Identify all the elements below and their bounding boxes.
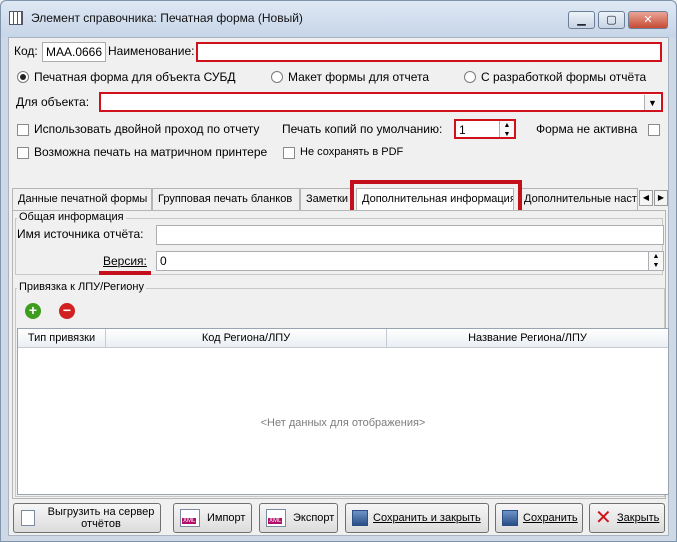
close-window-button[interactable]: ✕ [628, 11, 668, 29]
col-binding-type[interactable]: Тип привязки [18, 329, 106, 348]
xml-export-tag: XML [268, 518, 283, 524]
close-button-label: Закрыть [617, 512, 660, 524]
xml-import-icon: XML [180, 509, 200, 527]
version-spin-icon[interactable]: ▲ ▼ [648, 252, 663, 270]
version-value: 0 [160, 254, 167, 268]
double-pass-label: Использовать двойной проход по отчету [34, 122, 260, 136]
radio-dbms-object-label: Печатная форма для объекта СУБД [34, 70, 236, 84]
matrix-print-label: Возможна печать на матричном принтере [34, 145, 268, 159]
radio-report-development[interactable] [464, 71, 476, 83]
no-pdf-label: Не сохранять в PDF [300, 146, 404, 158]
grid-empty-message: <Нет данных для отображения> [260, 417, 426, 429]
binding-grid[interactable]: Тип привязки Код Региона/ЛПУ Название Ре… [17, 328, 669, 495]
plus-icon: + [25, 303, 41, 319]
radio-report-layout-label: Макет формы для отчета [288, 70, 430, 84]
no-pdf-checkbox[interactable] [283, 147, 295, 159]
copies-spinner[interactable]: 1 ▲ ▼ [454, 119, 516, 139]
general-info-title: Общая информация [17, 211, 126, 223]
save-and-close-label: Сохранить и закрыть [373, 512, 481, 524]
tab-additional-settings[interactable]: Дополнительные наст [518, 188, 638, 210]
window-title: Элемент справочника: Печатная форма (Нов… [31, 11, 303, 25]
tab-print-form-data[interactable]: Данные печатной формы [12, 188, 152, 210]
name-label: Наименование: [108, 44, 195, 58]
save-button[interactable]: Сохранить [495, 503, 583, 533]
xml-import-tag: XML [182, 518, 197, 524]
close-button[interactable]: ✕ Закрыть [589, 503, 665, 533]
tab-panel-additional-info: Общая информация Имя источника отчёта: В… [12, 210, 669, 499]
grid-header: Тип привязки Код Региона/ЛПУ Название Ре… [18, 329, 668, 348]
save-and-close-button[interactable]: Сохранить и закрыть [345, 503, 489, 533]
upload-button-label: Выгрузить на сервер отчётов [47, 506, 155, 530]
floppy-disk-icon [352, 510, 368, 526]
minus-icon: − [59, 303, 75, 319]
code-label: Код: [14, 44, 38, 58]
import-button[interactable]: XML Импорт [173, 503, 252, 533]
version-label: Версия: [103, 254, 147, 268]
object-select[interactable]: ▼ [99, 92, 663, 112]
binding-title: Привязка к ЛПУ/Региону [17, 281, 146, 293]
radio-report-development-label: С разработкой формы отчёта [481, 70, 647, 84]
col-region-code[interactable]: Код Региона/ЛПУ [106, 329, 387, 348]
tab-scroll-left-icon[interactable]: ◀ [639, 190, 653, 206]
radio-dbms-object[interactable] [17, 71, 29, 83]
tab-group-printing[interactable]: Групповая печать бланков [152, 188, 300, 210]
tab-scroll-right-icon[interactable]: ▶ [654, 190, 668, 206]
export-button-label: Экспорт [293, 512, 335, 524]
remove-binding-button[interactable]: − [56, 300, 78, 322]
object-label: Для объекта: [16, 95, 90, 109]
spin-arrows-icon[interactable]: ▲ ▼ [499, 121, 514, 137]
xml-export-icon: XML [266, 509, 286, 527]
export-button[interactable]: XML Экспорт [259, 503, 338, 533]
maximize-button[interactable]: ▢ [598, 11, 625, 29]
tab-highlight-frame [350, 180, 522, 214]
col-region-name[interactable]: Название Региона/ЛПУ [387, 329, 668, 348]
minimize-button[interactable]: ▁ [568, 11, 595, 29]
tab-strip: Данные печатной формы Групповая печать б… [12, 180, 668, 214]
source-name-field[interactable] [156, 225, 664, 245]
double-pass-checkbox[interactable] [17, 124, 29, 136]
inactive-label: Форма не активна [536, 122, 638, 136]
version-underline-mark [99, 271, 151, 275]
copies-value: 1 [459, 123, 466, 137]
floppy-disk-icon [502, 510, 518, 526]
radio-report-layout[interactable] [271, 71, 283, 83]
chevron-down-icon[interactable]: ▼ [644, 95, 660, 110]
dialog-window: Элемент справочника: Печатная форма (Нов… [0, 0, 677, 542]
matrix-print-checkbox[interactable] [17, 147, 29, 159]
name-field[interactable] [196, 42, 662, 62]
save-button-label: Сохранить [523, 512, 578, 524]
import-button-label: Импорт [207, 512, 246, 524]
app-icon [9, 11, 23, 25]
add-binding-button[interactable]: + [22, 300, 44, 322]
inactive-checkbox[interactable] [648, 124, 660, 136]
tab-notes[interactable]: Заметки [300, 188, 354, 210]
copies-label: Печать копий по умолчанию: [282, 122, 443, 136]
title-bar[interactable]: Элемент справочника: Печатная форма (Нов… [1, 1, 676, 37]
code-field[interactable]: МАА.0666 [42, 42, 106, 62]
red-x-icon: ✕ [595, 507, 612, 529]
upload-to-report-server-button[interactable]: Выгрузить на сервер отчётов [13, 503, 161, 533]
document-icon [21, 510, 35, 526]
source-name-label: Имя источника отчёта: [17, 227, 144, 241]
version-spinner[interactable]: 0 ▲ ▼ [156, 251, 664, 271]
dialog-content: Код: МАА.0666 Наименование: Печатная фор… [8, 37, 669, 536]
